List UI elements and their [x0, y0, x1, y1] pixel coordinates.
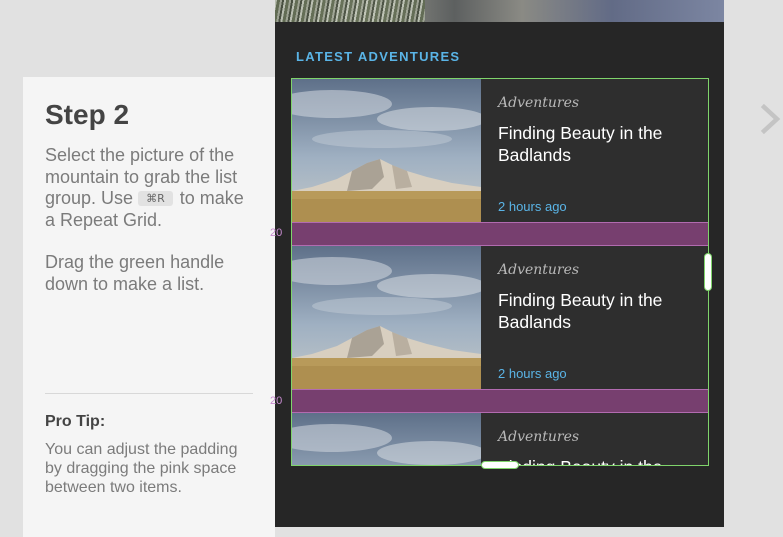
- list-item[interactable]: Adventures Finding Beauty in the Badland…: [292, 79, 708, 222]
- section-heading: LATEST ADVENTURES: [296, 49, 461, 64]
- mountain-photo[interactable]: [292, 413, 481, 465]
- step-paragraph-1: Select the picture of the mountain to gr…: [45, 145, 250, 231]
- padding-space[interactable]: [292, 222, 708, 246]
- card-time: 2 hours ago: [498, 199, 567, 214]
- padding-space[interactable]: [292, 389, 708, 413]
- repeat-grid-handle-bottom[interactable]: [481, 461, 519, 469]
- shortcut-key: ⌘R: [138, 191, 173, 206]
- padding-label: 20: [270, 227, 283, 239]
- list-item[interactable]: Adventures Finding Beauty in the Badland…: [292, 246, 708, 389]
- divider: [45, 393, 253, 394]
- mountain-photo[interactable]: [292, 79, 481, 222]
- pro-tip-title: Pro Tip:: [45, 413, 106, 430]
- card-title[interactable]: Finding Beauty in the Badlands: [498, 122, 678, 166]
- pro-tip-body: You can adjust the padding by dragging t…: [45, 441, 238, 496]
- padding-label: 20: [270, 395, 283, 407]
- chevron-right-icon[interactable]: [758, 103, 783, 135]
- hero-image: [275, 0, 724, 22]
- instructions-panel: Step 2 Select the picture of the mountai…: [23, 77, 275, 537]
- hero-grass: [275, 0, 425, 22]
- step-description: Select the picture of the mountain to gr…: [45, 145, 250, 316]
- card-category: Adventures: [498, 262, 580, 278]
- card-title[interactable]: Finding Beauty in the Badlands: [498, 289, 678, 333]
- repeat-grid-handle-right[interactable]: [704, 253, 712, 291]
- card-time: 2 hours ago: [498, 366, 567, 381]
- step-title: Step 2: [45, 99, 130, 130]
- card-title[interactable]: Finding Beauty in the Badlands: [498, 456, 678, 465]
- card-category: Adventures: [498, 95, 580, 111]
- list-item[interactable]: Adventures Finding Beauty in the Badland…: [292, 413, 708, 465]
- step-paragraph-2: Drag the green handle down to make a lis…: [45, 252, 225, 294]
- repeat-grid[interactable]: Adventures Finding Beauty in the Badland…: [291, 78, 709, 466]
- mountain-photo[interactable]: [292, 246, 481, 389]
- card-category: Adventures: [498, 429, 580, 445]
